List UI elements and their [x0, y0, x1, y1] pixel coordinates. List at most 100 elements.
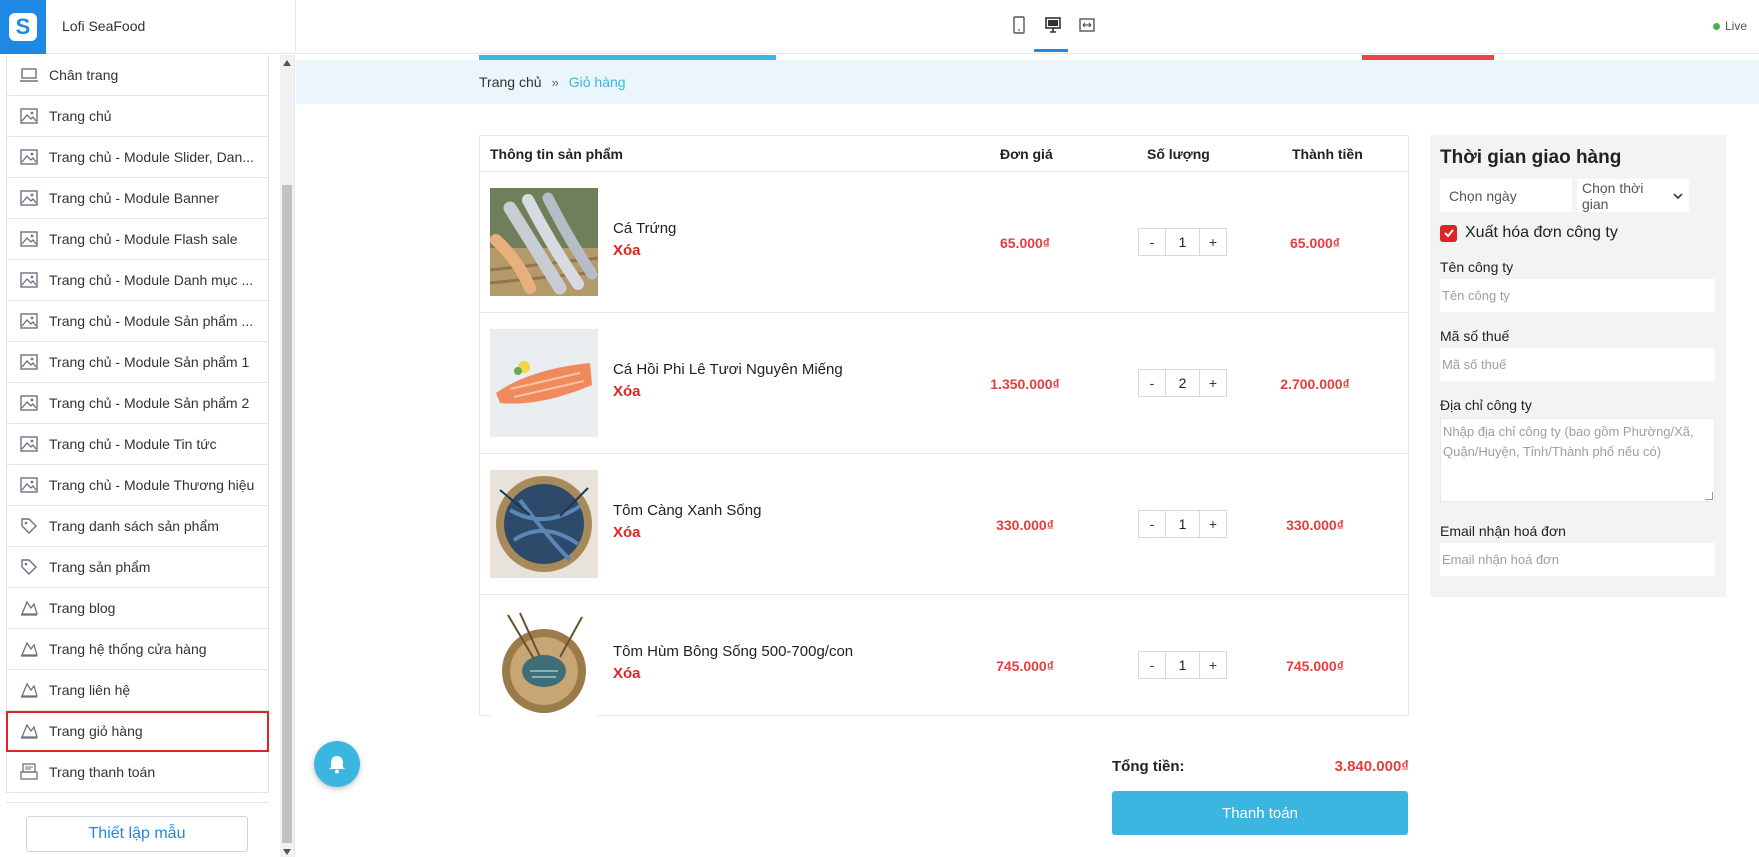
remove-item-link[interactable]: Xóa: [613, 524, 641, 541]
tax-code-label: Mã số thuế: [1440, 328, 1510, 344]
tax-code-field[interactable]: Mã số thuế: [1440, 348, 1715, 381]
delivery-date-input[interactable]: Chọn ngày: [1440, 179, 1572, 212]
decrease-qty-button[interactable]: -: [1139, 652, 1165, 678]
cart-total-label: Tổng tiền:: [1112, 758, 1185, 775]
product-image-ca-trung[interactable]: [490, 188, 598, 296]
product-name[interactable]: Tôm Càng Xanh Sống: [613, 502, 761, 519]
tag-icon: [19, 557, 39, 577]
template-sidebar: Chân trang Trang chủ Trang chủ - Module Sl…: [0, 55, 295, 857]
sidebar-item-label: Trang chủ - Module Danh mục ...: [49, 272, 254, 288]
image-icon: [19, 475, 39, 495]
sidebar-item[interactable]: Trang hệ thống cửa hàng: [6, 629, 269, 670]
product-image-tom-hum[interactable]: [490, 611, 598, 719]
sidebar-item[interactable]: Trang chủ - Module Danh mục ...: [6, 260, 269, 301]
checkout-button[interactable]: Thanh toán: [1112, 791, 1408, 835]
sidebar-item[interactable]: Trang danh sách sản phẩm: [6, 506, 269, 547]
divider: [6, 802, 269, 803]
invoice-checkbox-row: Xuất hóa đơn công ty: [1440, 224, 1618, 242]
register-icon: [19, 762, 39, 782]
quantity-input[interactable]: 1: [1165, 652, 1200, 678]
sidebar-item[interactable]: Trang chủ - Module Flash sale: [6, 219, 269, 260]
line-total: 745.000₫: [1286, 658, 1344, 674]
sidebar-item[interactable]: Trang chủ - Module Slider, Dan...: [6, 137, 269, 178]
increase-qty-button[interactable]: +: [1200, 229, 1226, 255]
sidebar-item[interactable]: Trang thanh toán: [6, 752, 269, 793]
company-name-label: Tên công ty: [1440, 259, 1514, 275]
product-name[interactable]: Tôm Hùm Bông Sống 500-700g/con: [613, 643, 853, 660]
product-name[interactable]: Cá Trứng: [613, 220, 676, 237]
invoice-email-field[interactable]: Email nhận hoá đơn: [1440, 543, 1715, 576]
remove-item-link[interactable]: Xóa: [613, 242, 641, 259]
sidebar-item[interactable]: Trang blog: [6, 588, 269, 629]
breadcrumb-home-link[interactable]: Trang chủ: [479, 74, 542, 90]
mobile-view-icon[interactable]: [1010, 16, 1028, 34]
quantity-input[interactable]: 1: [1165, 511, 1200, 537]
scroll-down-icon[interactable]: [283, 849, 291, 855]
fullwidth-view-icon[interactable]: [1078, 16, 1096, 34]
resize-grip-icon[interactable]: [1705, 492, 1713, 500]
image-icon: [19, 270, 39, 290]
product-image-ca-hoi[interactable]: [490, 329, 598, 437]
product-name[interactable]: Cá Hồi Phi Lê Tươi Nguyên Miếng: [613, 361, 843, 378]
sidebar-item[interactable]: Trang liên hệ: [6, 670, 269, 711]
quantity-input[interactable]: 1: [1165, 229, 1200, 255]
remove-item-link[interactable]: Xóa: [613, 383, 641, 400]
sidebar-item-label: Trang blog: [49, 600, 116, 616]
product-image-tom-cang[interactable]: [490, 470, 598, 578]
shop-name: Lofi SeaFood: [62, 18, 146, 34]
sidebar-item[interactable]: Trang giỏ hàng: [6, 711, 269, 752]
sidebar-item[interactable]: Chân trang: [6, 55, 269, 96]
remove-item-link[interactable]: Xóa: [613, 665, 641, 682]
company-address-textarea[interactable]: Nhập địa chỉ công ty (bao gồm Phường/Xã,…: [1440, 418, 1715, 502]
delivery-time-select[interactable]: Chọn thời gian: [1577, 179, 1689, 212]
increase-qty-button[interactable]: +: [1200, 511, 1226, 537]
active-device-indicator: [1034, 49, 1068, 52]
sidebar-item-label: Trang chủ - Module Sản phẩm 1: [49, 354, 250, 370]
breadcrumb-bar: Trang chủ » Giỏ hàng: [296, 60, 1759, 104]
image-icon: [19, 147, 39, 167]
decrease-qty-button[interactable]: -: [1139, 370, 1165, 396]
breadcrumb-separator: »: [551, 74, 559, 90]
top-bar: S Lofi SeaFood Live: [0, 0, 1759, 54]
company-name-field[interactable]: Tên công ty: [1440, 279, 1715, 312]
sidebar-item[interactable]: Trang chủ - Module Sản phẩm ...: [6, 301, 269, 342]
decrease-qty-button[interactable]: -: [1139, 229, 1165, 255]
sidebar-item[interactable]: Trang chủ - Module Banner: [6, 178, 269, 219]
increase-qty-button[interactable]: +: [1200, 652, 1226, 678]
sidebar-scrollbar[interactable]: [280, 55, 294, 857]
header-product-info: Thông tin sản phẩm: [490, 146, 623, 162]
setup-template-button[interactable]: Thiết lập mẫu: [26, 816, 248, 852]
delivery-time-value: Chọn thời gian: [1582, 179, 1644, 212]
sidebar-item[interactable]: Trang chủ: [6, 96, 269, 137]
header-quantity: Số lượng: [1147, 146, 1210, 162]
sidebar-item-label: Trang sản phẩm: [49, 559, 151, 575]
header-line-total: Thành tiền: [1292, 146, 1363, 162]
unit-price: 745.000₫: [996, 658, 1054, 674]
sidebar-item-label: Trang thanh toán: [49, 764, 156, 780]
invoice-checkbox[interactable]: [1440, 224, 1457, 242]
quantity-stepper: - 1 +: [1138, 510, 1227, 538]
line-total: 330.000₫: [1286, 517, 1344, 533]
app-logo[interactable]: S: [0, 0, 46, 54]
sidebar-item[interactable]: Trang chủ - Module Sản phẩm 2: [6, 383, 269, 424]
breadcrumb-current: Giỏ hàng: [568, 74, 626, 90]
sidebar-item[interactable]: Trang sản phẩm: [6, 547, 269, 588]
sidebar-item[interactable]: Trang chủ - Module Thương hiệu: [6, 465, 269, 506]
cart-table-header: Thông tin sản phẩm Đơn giá Số lượng Thàn…: [480, 136, 1408, 172]
desktop-view-icon[interactable]: [1044, 16, 1062, 34]
decrease-qty-button[interactable]: -: [1139, 511, 1165, 537]
scrollbar-thumb[interactable]: [282, 185, 292, 843]
quantity-stepper: - 1 +: [1138, 228, 1227, 256]
sapo-logo-icon: S: [9, 13, 37, 41]
increase-qty-button[interactable]: +: [1200, 370, 1226, 396]
scroll-up-icon[interactable]: [283, 60, 291, 66]
page-list: Chân trang Trang chủ Trang chủ - Module Sl…: [6, 55, 269, 793]
sidebar-item-label: Trang chủ - Module Slider, Dan...: [49, 149, 254, 165]
cart-row: Tôm Hùm Bông Sống 500-700g/con Xóa 745.0…: [480, 595, 1408, 736]
sidebar-item[interactable]: Trang chủ - Module Tin tức: [6, 424, 269, 465]
sidebar-item[interactable]: Trang chủ - Module Sản phẩm 1: [6, 342, 269, 383]
image-icon: [19, 106, 39, 126]
quantity-input[interactable]: 2: [1165, 370, 1200, 396]
sidebar-item-label: Trang chủ - Module Sản phẩm 2: [49, 395, 250, 411]
notification-bell-icon[interactable]: [314, 741, 360, 787]
